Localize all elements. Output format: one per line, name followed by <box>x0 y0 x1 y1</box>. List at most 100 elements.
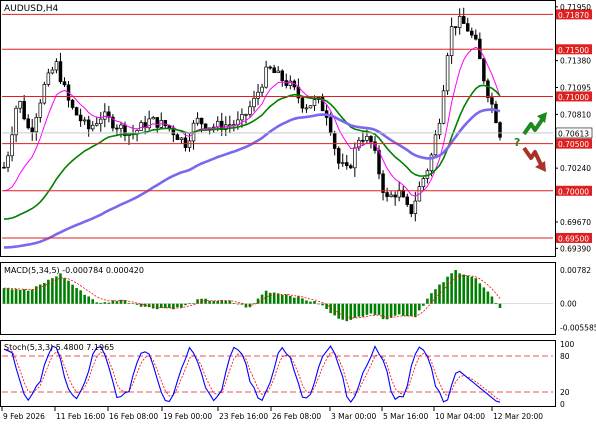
candle-body <box>498 122 502 138</box>
macd-bar <box>228 300 232 304</box>
candle-body <box>155 117 159 128</box>
candle-body <box>10 134 14 157</box>
macd-bar <box>99 302 103 304</box>
candle-body <box>256 91 260 99</box>
macd-bar <box>188 303 191 304</box>
macd-bar <box>103 302 107 304</box>
macd-bar <box>353 303 357 318</box>
macd-bar <box>321 303 324 306</box>
time-tick-label: 11 Feb 16:00 <box>56 412 105 421</box>
macd-bar <box>377 303 381 315</box>
macd-bar <box>289 295 292 304</box>
macd-bar <box>252 303 256 304</box>
candle-body <box>340 162 345 164</box>
time-tick-label: 12 Mar 20:00 <box>493 412 543 421</box>
candle-body <box>46 72 51 85</box>
time-tick-label: 16 Feb 08:00 <box>109 412 158 421</box>
candle-body <box>449 26 454 56</box>
price-tick-label: 0.70810 <box>560 110 591 119</box>
candle-body <box>94 123 99 126</box>
macd-bar <box>426 298 429 304</box>
candle-body <box>62 81 67 86</box>
candle-body <box>183 137 188 148</box>
macd-bar <box>184 303 187 306</box>
macd-bar <box>365 303 369 315</box>
macd-bar <box>482 287 486 304</box>
macd-bar <box>446 276 449 304</box>
candle-body <box>490 97 494 105</box>
macd-bar <box>393 303 397 316</box>
candle-body <box>336 148 341 164</box>
candle-body <box>276 70 280 74</box>
macd-bar <box>216 300 220 304</box>
candle-body <box>163 120 168 127</box>
macd-tick-label: -0.005585 <box>560 324 596 333</box>
candle-body <box>203 123 208 130</box>
candle-body <box>18 101 22 109</box>
price-tick-label: 0.69670 <box>560 218 591 227</box>
macd-bar <box>389 303 393 318</box>
macd-bar <box>341 303 345 320</box>
candle-body <box>474 34 478 40</box>
level-label: 0.71870 <box>558 11 589 20</box>
candle-body <box>34 117 39 133</box>
time-tick-label: 5 Mar 16:00 <box>383 412 429 421</box>
macd-bar <box>115 301 119 304</box>
candle-body <box>58 61 63 83</box>
macd-bar <box>63 278 66 304</box>
candle-body <box>38 102 43 118</box>
macd-bar <box>373 303 377 315</box>
question-mark: ? <box>514 136 520 149</box>
candle-body <box>445 55 450 92</box>
chart-canvas: 0.71870 0.71500 0.71000 0.70500 0.70000 0.695… <box>0 0 596 421</box>
macd-bar <box>409 303 413 317</box>
macd-bar <box>474 278 478 304</box>
price-tick-label: 0.71380 <box>560 57 591 66</box>
candle-body <box>461 16 466 24</box>
candle-body <box>353 147 357 169</box>
price-tick-label: 0.69390 <box>560 244 591 253</box>
macd-bar <box>422 303 425 306</box>
candle-body <box>482 58 486 82</box>
macd-bar <box>232 303 236 304</box>
macd-bar <box>454 270 457 304</box>
candle-body <box>405 196 410 205</box>
candle-body <box>26 118 30 129</box>
level-label: 0.71500 <box>558 46 589 55</box>
macd-bar <box>490 296 494 304</box>
candle-body <box>42 84 47 104</box>
candle-body <box>252 97 256 108</box>
candle-body <box>441 90 446 124</box>
macd-bar <box>470 276 474 304</box>
candle-body <box>328 117 333 134</box>
macd-tick-label: 0.00782 <box>560 266 591 275</box>
time-tick-label: 9 Feb 2026 <box>3 412 45 421</box>
price-tick-label: 0.71950 <box>560 3 591 12</box>
macd-bar <box>494 303 498 304</box>
candle-body <box>349 165 353 169</box>
macd-bar <box>284 294 288 304</box>
macd-bar <box>260 294 264 304</box>
candle-body <box>465 23 470 32</box>
time-tick-label: 10 Mar 04:00 <box>435 412 485 421</box>
macd-bar <box>180 303 183 308</box>
candle-body <box>300 97 305 109</box>
candle-body <box>369 135 373 143</box>
macd-bar <box>309 301 312 304</box>
macd-bar <box>349 303 353 320</box>
macd-bar <box>434 289 437 304</box>
stoch-title: Stoch(5,3,3) 5.4800 7.1965 <box>4 343 114 352</box>
macd-bar <box>236 303 240 305</box>
time-tick-label: 26 Feb 08:00 <box>272 412 321 421</box>
macd-bar <box>297 296 300 304</box>
candle-body <box>272 67 276 74</box>
time-tick-label: 19 Feb 00:00 <box>163 412 212 421</box>
macd-bar <box>91 299 95 304</box>
candle-body <box>385 192 389 197</box>
candle-body <box>457 16 462 28</box>
candle-body <box>288 80 293 86</box>
macd-bar <box>67 280 70 304</box>
candle-body <box>78 114 83 122</box>
macd-bar <box>442 282 445 304</box>
candle-body <box>304 107 309 110</box>
